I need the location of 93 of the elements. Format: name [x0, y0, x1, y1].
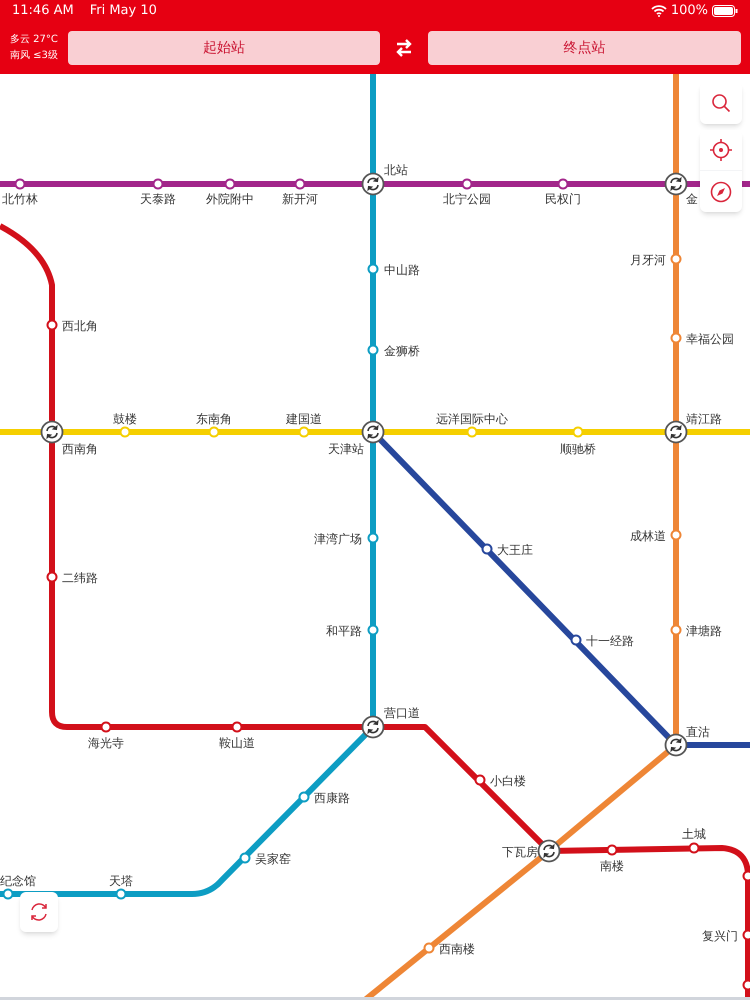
station-label: 营口道: [384, 706, 420, 720]
crosshair-icon: [709, 138, 733, 162]
transfer-station-icon[interactable]: [362, 172, 384, 196]
station-dot[interactable]: [670, 624, 682, 636]
station-label: 月牙河: [630, 253, 666, 267]
station-label: 天泰路: [140, 192, 176, 206]
station-dot[interactable]: [368, 624, 378, 636]
station-dot[interactable]: [298, 792, 310, 802]
transfer-station-icon[interactable]: [40, 420, 64, 444]
transfer-station-icon[interactable]: [362, 716, 384, 738]
station-label: 吴家窑: [255, 852, 291, 866]
station-dot[interactable]: [46, 572, 58, 582]
transfer-station-icon[interactable]: [664, 734, 688, 756]
search-icon: [711, 93, 731, 113]
battery-icon: [712, 5, 738, 17]
station-label: 顺驰桥: [560, 442, 596, 456]
station-label: 新开河: [282, 192, 318, 206]
station-label: 北站: [384, 163, 408, 177]
station-label: 天塔: [109, 874, 133, 888]
station-label: 金狮桥: [384, 344, 420, 358]
transfer-station-icon[interactable]: [362, 420, 384, 444]
station-label: 西南角: [62, 442, 98, 456]
station-dot[interactable]: [2, 888, 14, 900]
battery-percent: 100%: [670, 2, 708, 20]
station-label: 成林道: [630, 529, 666, 543]
station-dot[interactable]: [424, 942, 434, 954]
station-label: 建国道: [286, 412, 322, 426]
station-label: 鼓楼: [113, 412, 137, 426]
weather-text: 多云 27°C: [10, 33, 59, 47]
station-dot[interactable]: [152, 178, 164, 190]
station-label: 二纬路: [62, 571, 98, 585]
station-label: 津塘路: [686, 624, 722, 638]
station-label: 小白楼: [490, 774, 526, 788]
wifi-icon: [650, 5, 667, 17]
station-dot[interactable]: [100, 722, 112, 732]
transfer-station-icon[interactable]: [664, 420, 688, 444]
station-label: 纪念馆: [0, 874, 36, 888]
start-station-button[interactable]: 起始站: [68, 31, 380, 65]
station-dot[interactable]: [482, 544, 492, 554]
station-dot[interactable]: [46, 320, 58, 330]
station-dot[interactable]: [570, 634, 582, 646]
station-dot[interactable]: [606, 844, 618, 856]
station-dot[interactable]: [224, 178, 236, 190]
station-label: 靖江路: [686, 412, 722, 426]
station-dot[interactable]: [670, 254, 682, 264]
station-label: 东南角: [196, 412, 232, 426]
station-dot[interactable]: [14, 178, 26, 190]
station-label: 远洋国际中心: [436, 412, 508, 426]
station-label: 大王庄: [497, 543, 533, 557]
station-label: 天津站: [328, 442, 364, 456]
station-dot[interactable]: [474, 774, 486, 786]
station-label: 海光寺: [88, 736, 124, 750]
station-label: 复兴门: [702, 929, 738, 943]
compass-icon: [710, 180, 732, 202]
station-dot[interactable]: [558, 178, 568, 190]
station-label: 西南楼: [439, 942, 475, 956]
station-dot[interactable]: [670, 530, 682, 540]
station-label: 幸福公园: [686, 332, 734, 346]
search-button[interactable]: [700, 82, 742, 124]
station-dot[interactable]: [294, 178, 306, 190]
station-dot[interactable]: [232, 722, 242, 732]
station-label: 十一经路: [586, 634, 634, 648]
station-label: 西北角: [62, 319, 98, 333]
refresh-button[interactable]: [20, 892, 58, 932]
station-label: 土城: [682, 827, 706, 841]
transfer-station-icon[interactable]: [538, 840, 560, 862]
station-label: 南楼: [600, 859, 624, 873]
station-dot[interactable]: [116, 888, 126, 900]
status-time: 11:46 AM: [12, 2, 74, 20]
status-date: Fri May 10: [90, 2, 157, 20]
station-dot[interactable]: [368, 532, 378, 544]
station-label: 中山路: [384, 263, 420, 277]
station-dot[interactable]: [240, 852, 250, 864]
station-label: 外院附中: [206, 192, 254, 206]
station-label: 直沽: [686, 725, 710, 739]
station-dot[interactable]: [688, 842, 700, 854]
station-label: 和平路: [326, 624, 362, 638]
end-station-button[interactable]: 终点站: [428, 31, 741, 65]
station-label: 津湾广场: [314, 532, 362, 546]
station-label: 金: [686, 192, 698, 206]
station-dot[interactable]: [462, 178, 472, 190]
station-label: 民权门: [545, 192, 581, 206]
station-label: 鞍山道: [219, 736, 255, 750]
station-label: 西康路: [314, 791, 350, 805]
wind-text: 南风 ≤3级: [10, 48, 59, 63]
station-dot[interactable]: [670, 332, 682, 344]
station-dot[interactable]: [368, 344, 378, 356]
station-dot[interactable]: [368, 264, 378, 274]
swap-icon[interactable]: [394, 38, 414, 58]
transfer-station-icon[interactable]: [664, 172, 688, 196]
station-label: 北宁公园: [443, 192, 491, 206]
station-label: 下瓦房: [502, 845, 538, 859]
station-label: 北竹林: [2, 192, 38, 206]
